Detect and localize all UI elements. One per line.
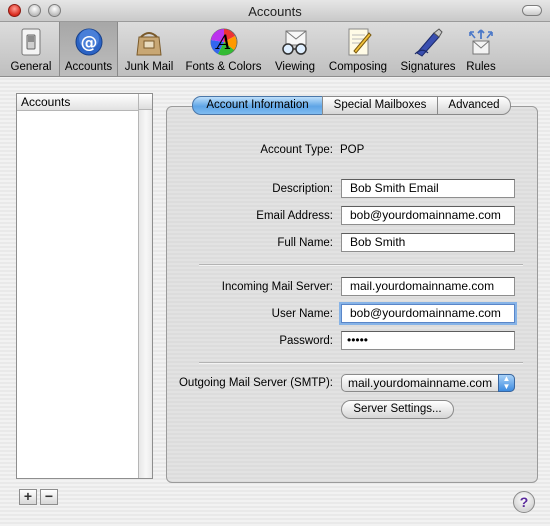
password-label: Password:: [279, 335, 333, 347]
fountain-pen-icon: [414, 28, 443, 57]
toolbar-signatures[interactable]: Signatures: [396, 22, 460, 76]
accounts-list-header[interactable]: Accounts: [17, 94, 138, 111]
server-settings-button[interactable]: Server Settings...: [341, 400, 454, 419]
updown-arrows-icon: ▲ ▼: [498, 374, 515, 392]
description-field[interactable]: Bob Smith Email: [341, 179, 515, 198]
section-divider: [199, 264, 523, 266]
window-title: Accounts: [248, 4, 302, 19]
toolbar-accounts[interactable]: @ Accounts: [59, 22, 118, 76]
accounts-list-header-label: Accounts: [21, 95, 71, 109]
svg-text:A: A: [214, 30, 230, 54]
email-address-field[interactable]: bob@yourdomainname.com: [341, 206, 515, 225]
outgoing-mail-server-label: Outgoing Mail Server (SMTP):: [178, 377, 333, 389]
toolbar-signatures-label: Signatures: [400, 61, 456, 73]
email-address-label: Email Address:: [256, 210, 333, 222]
accounts-list[interactable]: Accounts: [16, 93, 153, 479]
toolbar-fonts-colors-label: Fonts & Colors: [185, 61, 262, 73]
junk-mail-bag-icon: [136, 32, 162, 56]
tab-account-information[interactable]: Account Information: [192, 96, 323, 115]
tab-special-mailboxes[interactable]: Special Mailboxes: [322, 96, 438, 115]
help-button[interactable]: ?: [513, 491, 535, 513]
accounts-list-scrollbar[interactable]: [138, 94, 152, 478]
toolbar-fonts-colors[interactable]: A Fonts & Colors: [181, 22, 266, 76]
user-name-field[interactable]: bob@yourdomainname.com: [341, 304, 515, 323]
toolbar-general[interactable]: General: [6, 22, 56, 76]
outgoing-mail-server-value: mail.yourdomainname.com: [348, 376, 493, 390]
toolbar-toggle-button[interactable]: [522, 5, 542, 16]
outgoing-mail-server-popup[interactable]: mail.yourdomainname.com ▲ ▼: [341, 374, 515, 392]
incoming-mail-server-field[interactable]: mail.yourdomainname.com: [341, 277, 515, 296]
remove-account-button[interactable]: −: [40, 489, 58, 505]
pencil-paper-icon: [348, 28, 372, 56]
toolbar-junk-mail[interactable]: Junk Mail: [120, 22, 178, 76]
incoming-mail-server-label: Incoming Mail Server:: [221, 281, 333, 293]
color-wheel-font-icon: A: [210, 28, 237, 56]
toolbar-junk-mail-label: Junk Mail: [124, 61, 174, 73]
password-field[interactable]: •••••: [341, 331, 515, 350]
light-switch-icon: [21, 28, 41, 56]
description-label: Description:: [272, 183, 333, 195]
title-bar: Accounts: [0, 0, 550, 22]
full-name-label: Full Name:: [277, 237, 333, 249]
user-name-label: User Name:: [271, 308, 333, 320]
toolbar-accounts-label: Accounts: [64, 61, 113, 73]
account-type-value: POP: [340, 144, 365, 156]
toolbar-composing-label: Composing: [328, 61, 388, 73]
toolbar-general-label: General: [10, 61, 52, 73]
toolbar-rules-label: Rules: [466, 61, 496, 73]
tab-advanced[interactable]: Advanced: [437, 96, 511, 115]
toolbar-rules[interactable]: Rules: [462, 22, 500, 76]
toolbar-viewing-label: Viewing: [274, 61, 316, 73]
glasses-envelope-icon: [282, 30, 307, 55]
account-type-label: Account Type:: [260, 144, 333, 156]
section-divider: [199, 362, 523, 364]
full-name-field[interactable]: Bob Smith: [341, 233, 515, 252]
accounts-window: Accounts General @ Accounts Junk Mail A …: [0, 0, 550, 526]
add-account-button[interactable]: +: [19, 489, 37, 505]
at-sign-icon: @: [75, 28, 102, 56]
rules-envelope-arrows-icon: [469, 29, 493, 55]
accounts-list-scroll-corner: [138, 94, 152, 110]
preferences-toolbar: General @ Accounts Junk Mail A Fonts & C…: [0, 22, 550, 77]
toolbar-viewing[interactable]: Viewing: [270, 22, 320, 76]
toolbar-composing[interactable]: Composing: [324, 22, 392, 76]
svg-text:@: @: [80, 33, 97, 53]
